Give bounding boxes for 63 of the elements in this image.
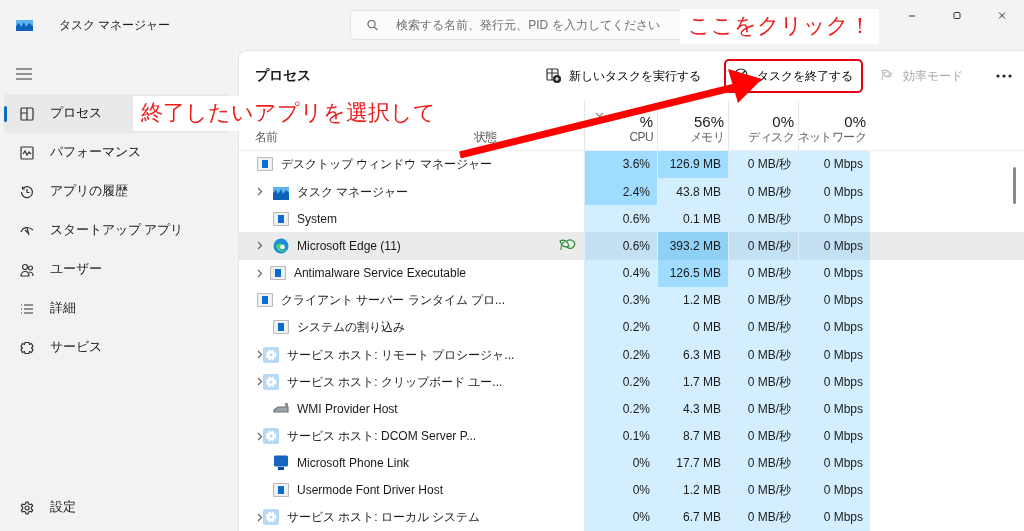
table-cell: 0 MB/秒: [728, 340, 798, 369]
table-cell: 0.6%: [584, 205, 657, 233]
table-cell: 8.7 MB: [657, 422, 728, 450]
table-cell: 0 Mbps: [798, 476, 870, 504]
column-total: 56%: [693, 114, 724, 131]
table-cell: 0 Mbps: [798, 449, 870, 477]
table-cell: 0 MB/秒: [728, 259, 798, 287]
table-cell: 1.2 MB: [657, 286, 728, 314]
table-cell: 0 Mbps: [798, 286, 870, 314]
table-cell: 0 Mbps: [798, 259, 870, 287]
column-total: 0%: [772, 114, 794, 131]
table-cell: 0 Mbps: [798, 503, 870, 531]
table-cell: 1.7 MB: [657, 368, 728, 396]
table-cell: 0.2%: [584, 368, 657, 396]
table-cell: 6.7 MB: [657, 503, 728, 531]
table-cell: 0.3%: [584, 286, 657, 314]
table-cell: 0 Mbps: [798, 205, 870, 233]
annotation-tooltip: ここをクリック！: [680, 9, 879, 44]
table-cell: 0 MB/秒: [728, 150, 798, 179]
table-cell: 0 Mbps: [798, 313, 870, 341]
table-cell: 126.5 MB: [657, 259, 728, 287]
table-cell: 0.4%: [584, 259, 657, 287]
table-cell: 0.1%: [584, 422, 657, 450]
table-cell: 0.6%: [584, 232, 657, 260]
table-cell: 17.7 MB: [657, 449, 728, 477]
table-cell: 0.2%: [584, 395, 657, 423]
table-cell: 0.1 MB: [657, 205, 728, 233]
column-total: 0%: [844, 114, 866, 131]
table-cell: 0 MB/秒: [728, 449, 798, 477]
table-cell: 0 MB/秒: [728, 232, 798, 260]
table-cell: 0%: [584, 449, 657, 477]
table-cell: 0.2%: [584, 313, 657, 341]
page-title: プロセス: [255, 66, 311, 85]
table-cell: 0 MB/秒: [728, 422, 798, 450]
table-cell: 3.6%: [584, 150, 657, 179]
table-cell: 0 MB/秒: [728, 286, 798, 314]
table-cell: 126.9 MB: [657, 150, 728, 179]
table-cell: 0 Mbps: [798, 395, 870, 423]
table-cell: 0 Mbps: [798, 150, 870, 179]
table-cell: 0 MB/秒: [728, 178, 798, 206]
table-cell: 0 MB/秒: [728, 368, 798, 396]
column-total: %: [639, 114, 653, 131]
table-cell: 1.2 MB: [657, 476, 728, 504]
table-cell: 0 Mbps: [798, 178, 870, 206]
table-cell: 0 MB/秒: [728, 395, 798, 423]
table-cell: 43.8 MB: [657, 178, 728, 206]
table-cell: 0.2%: [584, 340, 657, 369]
table-cell: 0%: [584, 503, 657, 531]
table-cell: 393.2 MB: [657, 232, 728, 260]
table-cell: 4.3 MB: [657, 395, 728, 423]
table-cell: 0 Mbps: [798, 340, 870, 369]
table-cell: 0 MB/秒: [728, 313, 798, 341]
table-cell: 0 MB/秒: [728, 476, 798, 504]
table-cell: 6.3 MB: [657, 340, 728, 369]
table-cell: 0 MB: [657, 313, 728, 341]
table-cell: 0 MB/秒: [728, 205, 798, 233]
table-cell: 0 Mbps: [798, 422, 870, 450]
table-cell: 2.4%: [584, 178, 657, 206]
table-cell: 0%: [584, 476, 657, 504]
table-cell: 0 Mbps: [798, 368, 870, 396]
window-title: タスク マネージャー: [59, 17, 171, 34]
table-cell: 0 MB/秒: [728, 503, 798, 531]
table-cell: 0 Mbps: [798, 232, 870, 260]
